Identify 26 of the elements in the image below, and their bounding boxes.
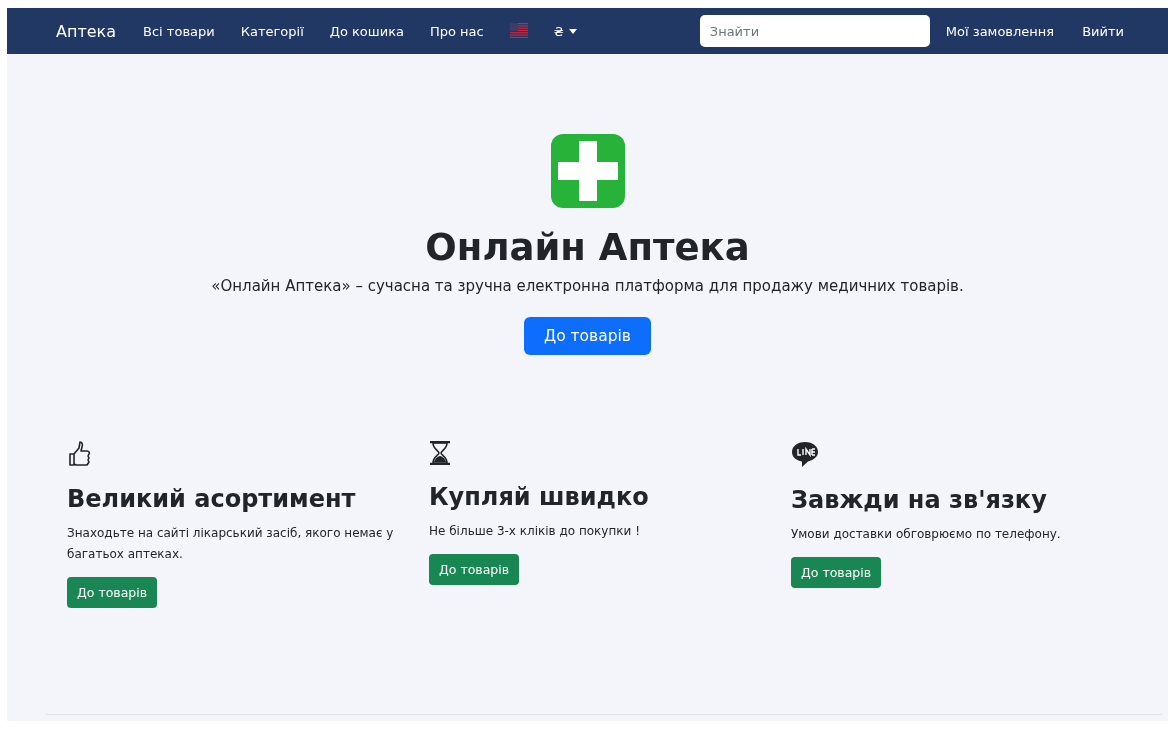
feature-title: Завжди на зв'язку <box>791 486 1047 514</box>
brand[interactable]: Аптека <box>56 21 117 41</box>
hourglass-icon <box>429 441 451 465</box>
products-button[interactable]: До товарів <box>791 557 882 588</box>
hero-title: Онлайн Аптека <box>425 226 750 269</box>
feature-title: Купляй швидко <box>429 483 649 511</box>
hero-text: «Онлайн Аптека» – сучасна та зручна електронна платформа для продажу медичних товарів. <box>211 277 964 295</box>
products-button[interactable]: До товарів <box>524 317 651 355</box>
feature-text: Умови доставки обговрюємо по телефону. <box>791 526 1061 543</box>
nav-link[interactable]: Мої замовлення <box>931 23 1069 39</box>
feature-text: Не більше 3-х кліків до покупки ! <box>429 523 640 540</box>
caret-icon <box>568 28 577 34</box>
nav-link[interactable]: До кошика <box>316 23 417 39</box>
nav-link[interactable]: Всі товари <box>130 23 228 39</box>
products-button[interactable]: До товарів <box>67 577 158 608</box>
nav-link[interactable]: Про нас <box>416 23 497 39</box>
chat-bubble-icon <box>791 441 819 468</box>
feature-title: Великий асортимент <box>67 485 356 513</box>
flag-icon[interactable] <box>509 23 528 39</box>
feature-text: Знаходьте на сайті лікарський засіб, якого немає у багатьох аптеках. <box>67 525 395 563</box>
products-button[interactable]: До товарів <box>429 554 520 585</box>
nav-link[interactable]: Вийти <box>1068 23 1138 39</box>
thumbs-up-icon <box>67 441 91 467</box>
nav-link[interactable]: Категорії <box>227 23 317 39</box>
search-field[interactable]: Знайти <box>699 15 930 47</box>
currency-dropdown[interactable]: ₴ <box>540 23 590 39</box>
